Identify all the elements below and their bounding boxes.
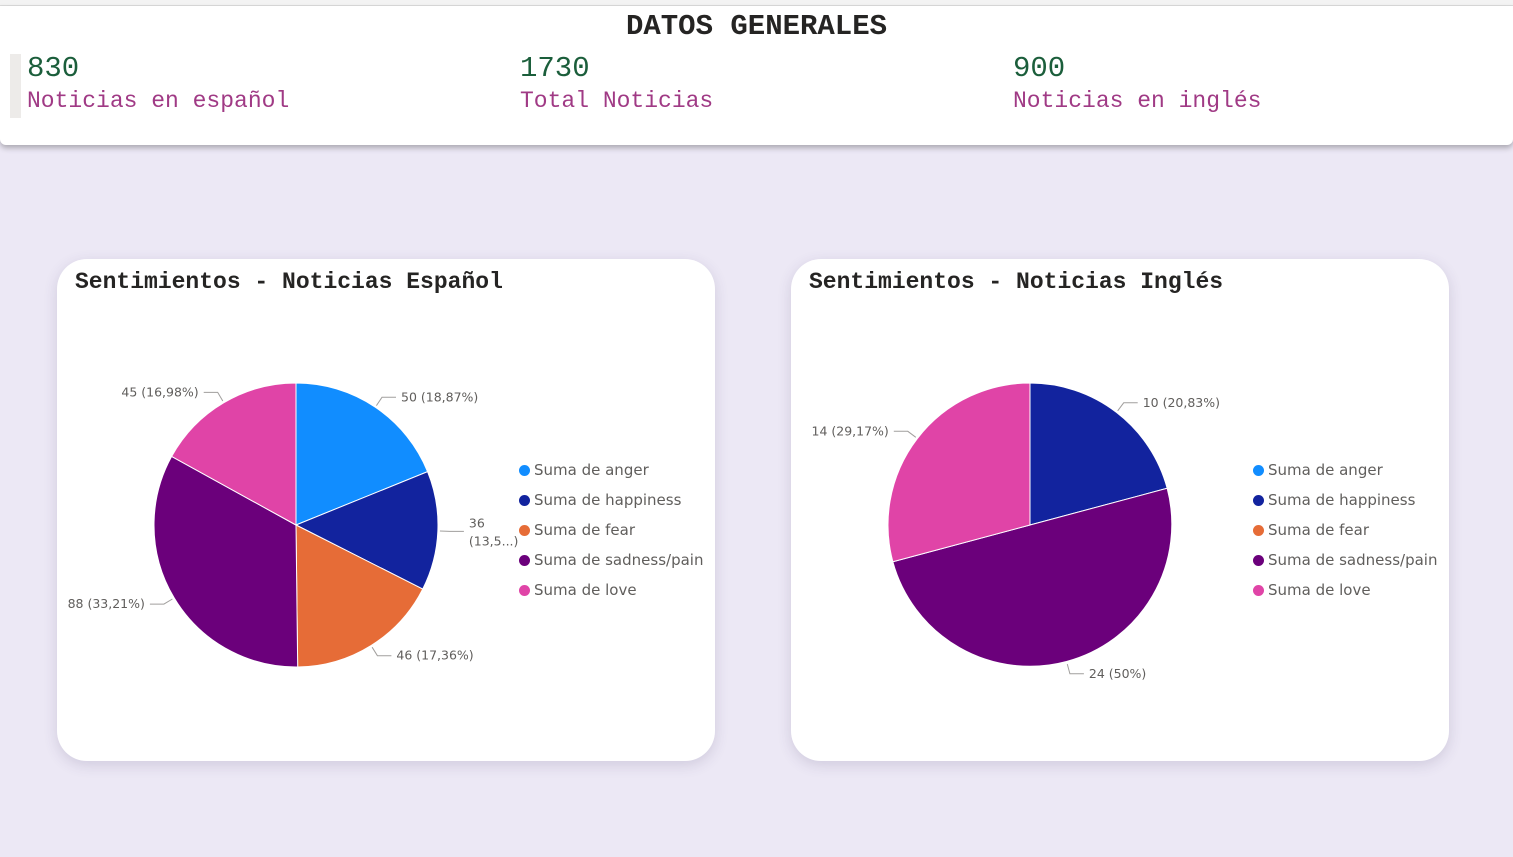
leader-line-anger — [375, 396, 396, 406]
legend-dot — [1253, 584, 1264, 596]
legend-label: Suma de happiness — [534, 491, 682, 509]
legend-item-love[interactable]: Suma de love — [519, 575, 703, 605]
legend-dot — [1253, 494, 1264, 506]
legend-dot — [519, 524, 530, 536]
data-label-sadness-pain: 88 (33,21%) — [68, 596, 145, 611]
legend-item-sadness-pain[interactable]: Suma de sadness/pain — [519, 545, 703, 575]
data-label-love: 14 (29,17%) — [812, 423, 889, 438]
legend-dot — [519, 554, 530, 566]
kpi-total-news[interactable]: 1730 Total Noticias — [520, 52, 713, 116]
legend-item-happiness[interactable]: Suma de happiness — [1253, 485, 1437, 515]
kpi-label: Noticias en español — [27, 88, 290, 114]
legend-label: Suma de happiness — [1268, 491, 1416, 509]
data-label-fear: 46 (17,36%) — [396, 648, 473, 663]
legend-label: Suma de sadness/pain — [534, 551, 704, 569]
kpi-english-news[interactable]: 900 Noticias en inglés — [1013, 52, 1261, 116]
leader-line-love — [893, 430, 917, 438]
legend-item-love[interactable]: Suma de love — [1253, 575, 1437, 605]
data-label-sadness-pain: 24 (50%) — [1089, 666, 1146, 681]
page-title: DATOS GENERALES — [625, 10, 888, 43]
legend-label: Suma de anger — [1268, 461, 1383, 479]
legend-label: Suma de love — [1268, 581, 1371, 599]
legend-item-sadness-pain[interactable]: Suma de sadness/pain — [1253, 545, 1437, 575]
chart-card-english[interactable]: Sentimientos - Noticias Inglés 10 (20,83… — [791, 259, 1449, 761]
legend-dot — [1253, 464, 1264, 476]
chart-legend: Suma de anger Suma de happiness Suma de … — [519, 455, 703, 605]
kpi-label: Noticias en inglés — [1013, 88, 1262, 114]
legend-item-happiness[interactable]: Suma de happiness — [519, 485, 703, 515]
legend-dot — [1253, 524, 1264, 536]
leader-line-love — [203, 391, 224, 402]
kpi-value: 900 — [1013, 52, 1066, 85]
kpi-value: 830 — [27, 52, 80, 85]
chart-card-spanish[interactable]: Sentimientos - Noticias Español 50 (18,8… — [57, 259, 715, 761]
legend-item-fear[interactable]: Suma de fear — [519, 515, 703, 545]
legend-dot — [519, 464, 530, 476]
legend-label: Suma de fear — [1268, 521, 1369, 539]
data-label-happiness: 10 (20,83%) — [1143, 395, 1220, 410]
legend-dot — [519, 584, 530, 596]
kpi-value: 1730 — [520, 52, 590, 85]
legend-label: Suma de love — [534, 581, 637, 599]
kpi-label: Total Noticias — [520, 88, 714, 114]
legend-dot — [519, 494, 530, 506]
legend-item-anger[interactable]: Suma de anger — [1253, 455, 1437, 485]
general-data-card: DATOS GENERALES 830 Noticias en español … — [0, 6, 1513, 145]
kpi-selection-accent — [10, 54, 21, 118]
leader-line-sadness-pain — [149, 598, 173, 605]
legend-label: Suma de sadness/pain — [1268, 551, 1438, 569]
chart-legend: Suma de anger Suma de happiness Suma de … — [1253, 455, 1437, 605]
legend-label: Suma de fear — [534, 521, 635, 539]
leader-line-sadness-pain — [1066, 663, 1084, 675]
legend-item-anger[interactable]: Suma de anger — [519, 455, 703, 485]
legend-item-fear[interactable]: Suma de fear — [1253, 515, 1437, 545]
legend-dot — [1253, 554, 1264, 566]
legend-label: Suma de anger — [534, 461, 649, 479]
data-label-anger: 50 (18,87%) — [401, 389, 478, 404]
data-label-happiness: 36 (13,5...) — [469, 515, 519, 548]
leader-line-happiness — [1117, 402, 1138, 412]
leader-line-fear — [371, 646, 392, 657]
data-label-love: 45 (16,98%) — [121, 384, 198, 399]
kpi-spanish-news[interactable]: 830 Noticias en español — [27, 52, 289, 116]
